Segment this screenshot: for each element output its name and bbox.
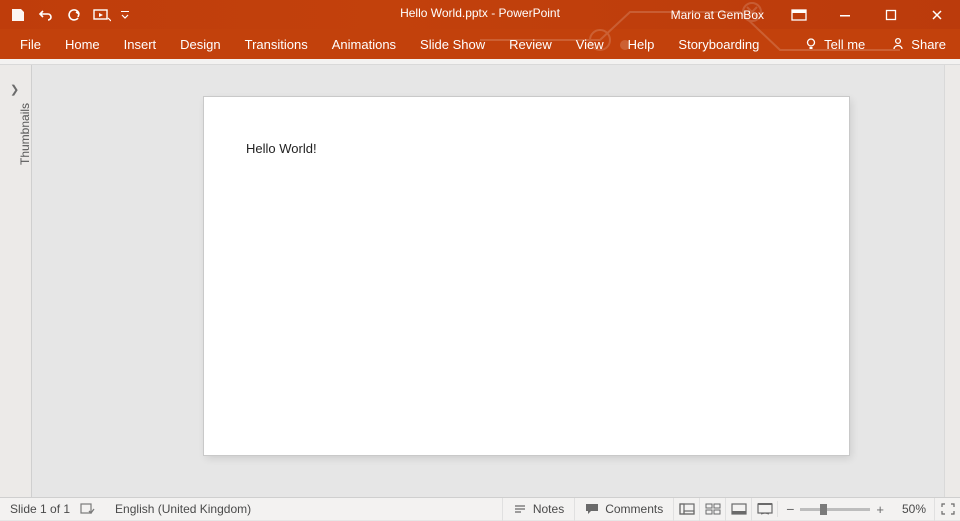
- tab-review[interactable]: Review: [497, 29, 564, 59]
- notes-icon: [513, 503, 527, 515]
- tab-label: Slide Show: [420, 37, 485, 52]
- minimize-icon: [839, 9, 851, 21]
- reading-view-button[interactable]: [725, 498, 751, 521]
- share-label: Share: [911, 37, 946, 52]
- close-icon: [931, 9, 943, 21]
- undo-button[interactable]: [32, 0, 60, 29]
- notes-button[interactable]: Notes: [502, 498, 574, 521]
- share-icon: [891, 37, 905, 51]
- slide-canvas-area[interactable]: Hello World!: [32, 65, 960, 497]
- comments-icon: [585, 503, 599, 515]
- zoom-slider[interactable]: [800, 508, 870, 511]
- tab-insert[interactable]: Insert: [112, 29, 169, 59]
- normal-view-icon: [679, 503, 695, 515]
- quick-access-toolbar: [0, 0, 134, 29]
- qat-customize-button[interactable]: [116, 0, 134, 29]
- maximize-icon: [885, 9, 897, 21]
- language-text: English (United Kingdom): [115, 502, 251, 516]
- zoom-slider-thumb[interactable]: [820, 504, 827, 515]
- tell-me-label: Tell me: [824, 37, 865, 52]
- ribbon-display-options-button[interactable]: [776, 0, 822, 29]
- zoom-out-button[interactable]: −: [786, 501, 794, 517]
- tab-label: Review: [509, 37, 552, 52]
- tab-design[interactable]: Design: [168, 29, 232, 59]
- redo-icon: [67, 8, 81, 22]
- redo-button[interactable]: [60, 0, 88, 29]
- ribbon-tabs: File Home Insert Design Transitions Anim…: [0, 29, 960, 59]
- tab-slideshow[interactable]: Slide Show: [408, 29, 497, 59]
- tab-view[interactable]: View: [564, 29, 616, 59]
- minimize-button[interactable]: [822, 0, 868, 29]
- zoom-percent[interactable]: 50%: [890, 502, 926, 516]
- undo-icon: [38, 8, 54, 22]
- tab-animations[interactable]: Animations: [320, 29, 408, 59]
- tab-label: View: [576, 37, 604, 52]
- status-bar: Slide 1 of 1 English (United Kingdom) No…: [0, 497, 960, 520]
- slideshow-icon: [757, 503, 773, 515]
- slide[interactable]: Hello World!: [204, 97, 849, 455]
- tell-me-button[interactable]: Tell me: [792, 37, 877, 52]
- tab-help[interactable]: Help: [616, 29, 667, 59]
- tab-storyboarding[interactable]: Storyboarding: [666, 29, 771, 59]
- presentation-icon: [93, 8, 111, 22]
- tab-file[interactable]: File: [8, 29, 53, 59]
- chevron-down-icon: [120, 10, 130, 20]
- tab-label: Insert: [124, 37, 157, 52]
- vertical-scrollbar[interactable]: [944, 65, 960, 497]
- fit-to-window-icon: [941, 503, 955, 515]
- slide-text: Hello World!: [246, 141, 317, 156]
- tab-label: Design: [180, 37, 220, 52]
- close-button[interactable]: [914, 0, 960, 29]
- comments-label: Comments: [605, 502, 663, 516]
- tab-label: Transitions: [245, 37, 308, 52]
- slideshow-view-button[interactable]: [751, 498, 777, 521]
- tab-label: Storyboarding: [678, 37, 759, 52]
- zoom-in-button[interactable]: +: [876, 502, 884, 517]
- slide-counter-text: Slide 1 of 1: [10, 502, 70, 516]
- chevron-right-icon: ❯: [10, 83, 19, 96]
- thumbnails-pane-collapsed[interactable]: ❯ Thumbnails: [0, 65, 32, 497]
- tab-transitions[interactable]: Transitions: [233, 29, 320, 59]
- notes-label: Notes: [533, 502, 564, 516]
- slide-sorter-icon: [705, 503, 721, 515]
- language-button[interactable]: English (United Kingdom): [105, 498, 261, 521]
- tab-label: Animations: [332, 37, 396, 52]
- tab-label: Help: [628, 37, 655, 52]
- share-button[interactable]: Share: [877, 37, 960, 52]
- comments-button[interactable]: Comments: [574, 498, 673, 521]
- save-icon: [11, 8, 25, 22]
- reading-view-icon: [731, 503, 747, 515]
- workarea: ❯ Thumbnails Hello World!: [0, 65, 960, 497]
- save-button[interactable]: [4, 0, 32, 29]
- tab-home[interactable]: Home: [53, 29, 112, 59]
- normal-view-button[interactable]: [673, 498, 699, 521]
- start-from-beginning-button[interactable]: [88, 0, 116, 29]
- spellcheck-icon: [80, 502, 95, 516]
- fit-to-window-button[interactable]: [934, 498, 960, 521]
- signed-in-user[interactable]: Mario at GemBox: [659, 8, 776, 22]
- tab-label: File: [20, 37, 41, 52]
- tab-label: Home: [65, 37, 100, 52]
- maximize-button[interactable]: [868, 0, 914, 29]
- title-bar: Hello World.pptx - PowerPoint Mario at G…: [0, 0, 960, 29]
- lightbulb-icon: [804, 37, 818, 51]
- thumbnails-label: Thumbnails: [18, 103, 32, 165]
- zoom-control: − + 50%: [777, 501, 934, 517]
- slide-counter[interactable]: Slide 1 of 1: [0, 498, 80, 521]
- spellcheck-button[interactable]: [80, 498, 105, 521]
- ribbon-display-icon: [791, 9, 807, 21]
- slide-sorter-view-button[interactable]: [699, 498, 725, 521]
